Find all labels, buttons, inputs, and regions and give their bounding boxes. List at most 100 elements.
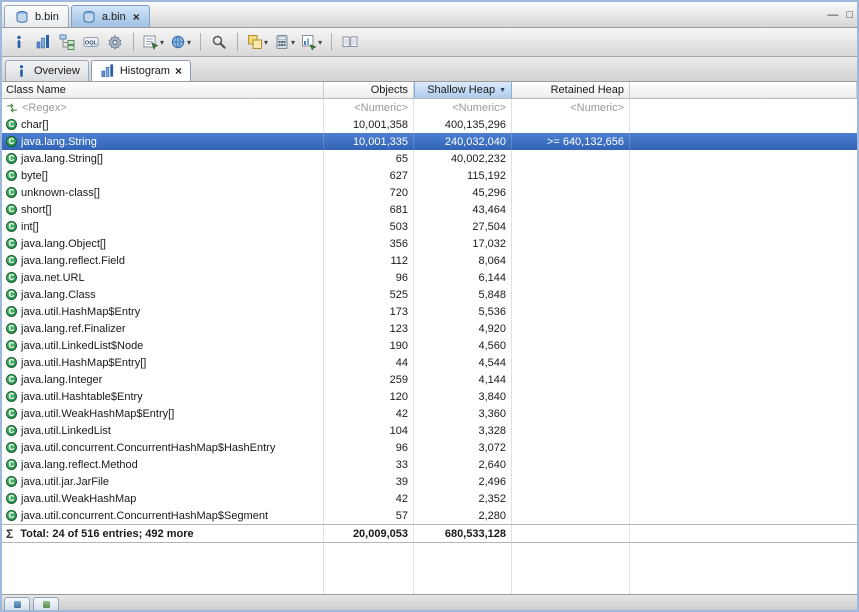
fast-view-tab[interactable] xyxy=(33,597,59,610)
shallow-heap-cell: 240,032,040 xyxy=(414,133,512,150)
table-row[interactable]: Cjava.util.jar.JarFile 39 2,496 xyxy=(2,473,857,490)
class-icon: C xyxy=(6,255,17,266)
table-row[interactable]: Cjava.util.concurrent.ConcurrentHashMap$… xyxy=(2,507,857,524)
query-browser-button[interactable]: ▾ xyxy=(141,31,166,53)
table-row[interactable]: Cjava.lang.ref.Finalizer 123 4,920 xyxy=(2,320,857,337)
table-row[interactable]: Cjava.util.WeakHashMap$Entry[] 42 3,360 xyxy=(2,405,857,422)
editor-tab-label: b.bin xyxy=(35,10,59,23)
editor-tab-b.bin[interactable]: b.bin xyxy=(4,5,69,27)
group-by-button[interactable]: ▾ xyxy=(245,31,270,53)
dropdown-arrow-icon: ▾ xyxy=(160,37,165,47)
class-icon: C xyxy=(6,170,17,181)
retained-heap-cell xyxy=(512,456,630,473)
table-row[interactable]: Cjava.lang.Class 525 5,848 xyxy=(2,286,857,303)
table-row[interactable]: Cjava.lang.reflect.Method 33 2,640 xyxy=(2,456,857,473)
export-button[interactable]: ▾ xyxy=(299,31,324,53)
retained-heap-cell xyxy=(512,150,630,167)
fast-view-tab[interactable] xyxy=(4,597,30,610)
histogram-button[interactable] xyxy=(32,31,54,53)
shallow-heap-cell: 4,920 xyxy=(414,320,512,337)
run-report-button[interactable]: ▾ xyxy=(168,31,193,53)
maximize-view-button[interactable]: □ xyxy=(846,10,853,21)
column-header-objects[interactable]: Objects xyxy=(324,82,414,98)
class-name-cell: Cjava.lang.Object[] xyxy=(2,235,324,252)
class-name-cell: Cjava.util.LinkedList$Node xyxy=(2,337,324,354)
row-filler xyxy=(630,337,857,354)
table-row[interactable]: Cbyte[] 627 115,192 xyxy=(2,167,857,184)
class-icon: C xyxy=(6,153,17,164)
class-icon: C xyxy=(6,136,17,147)
row-filler xyxy=(630,235,857,252)
filter-shallow-heap[interactable]: <Numeric> xyxy=(414,99,512,116)
search-icon xyxy=(211,34,227,50)
retained-heap-cell xyxy=(512,473,630,490)
total-shallow-heap: 680,533,128 xyxy=(414,525,512,542)
column-header-class-name[interactable]: Class Name xyxy=(2,82,324,98)
table-row[interactable]: Cjava.util.HashMap$Entry[] 44 4,544 xyxy=(2,354,857,371)
table-row[interactable]: Cjava.util.Hashtable$Entry 120 3,840 xyxy=(2,388,857,405)
empty-cell xyxy=(414,543,512,594)
close-icon[interactable]: × xyxy=(133,11,140,23)
toolbar-separator xyxy=(133,33,134,51)
compare-button[interactable] xyxy=(339,31,361,53)
view-tab-bar: Overview Histogram × xyxy=(2,57,857,82)
class-icon: C xyxy=(6,493,17,504)
class-icon: C xyxy=(6,323,17,334)
class-name: java.util.LinkedList xyxy=(21,424,111,437)
table-row[interactable]: Cjava.lang.String 10,001,335 240,032,040 >=… xyxy=(2,133,857,150)
table-row[interactable]: Cint[] 503 27,504 xyxy=(2,218,857,235)
class-name-cell: Cjava.util.jar.JarFile xyxy=(2,473,324,490)
shallow-heap-cell: 45,296 xyxy=(414,184,512,201)
expert-system-button[interactable] xyxy=(104,31,126,53)
class-name-cell: Cbyte[] xyxy=(2,167,324,184)
objects-cell: 173 xyxy=(324,303,414,320)
retained-heap-cell xyxy=(512,167,630,184)
filter-objects[interactable]: <Numeric> xyxy=(324,99,414,116)
retained-heap-cell xyxy=(512,201,630,218)
class-name: java.util.jar.JarFile xyxy=(21,475,110,488)
view-tab-overview[interactable]: Overview xyxy=(5,60,89,81)
table-row[interactable]: Cchar[] 10,001,358 400,135,296 xyxy=(2,116,857,133)
retained-heap-cell xyxy=(512,422,630,439)
objects-cell: 356 xyxy=(324,235,414,252)
table-row[interactable]: Cjava.lang.reflect.Field 112 8,064 xyxy=(2,252,857,269)
table-row[interactable]: Cjava.util.concurrent.ConcurrentHashMap$… xyxy=(2,439,857,456)
close-icon[interactable]: × xyxy=(175,65,182,77)
dominator-tree-button[interactable] xyxy=(56,31,78,53)
filter-class-name[interactable]: <Regex> xyxy=(2,99,324,116)
objects-cell: 42 xyxy=(324,405,414,422)
filter-retained-heap[interactable]: <Numeric> xyxy=(512,99,630,116)
calculator-button[interactable]: ▾ xyxy=(272,31,297,53)
class-icon: C xyxy=(6,340,17,351)
oql-button[interactable]: OQL xyxy=(80,31,102,53)
retained-heap-cell xyxy=(512,218,630,235)
class-name: java.net.URL xyxy=(21,271,85,284)
editor-tab-a.bin[interactable]: a.bin × xyxy=(70,5,150,27)
info-icon xyxy=(14,64,29,79)
table-row[interactable]: Cjava.util.HashMap$Entry 173 5,536 xyxy=(2,303,857,320)
info-button[interactable] xyxy=(8,31,30,53)
table-row[interactable]: Cjava.net.URL 96 6,144 xyxy=(2,269,857,286)
column-header-shallow-heap[interactable]: Shallow Heap ▼ xyxy=(414,82,512,98)
empty-cell xyxy=(630,543,857,594)
minimize-view-button[interactable]: — xyxy=(827,10,838,21)
objects-cell: 525 xyxy=(324,286,414,303)
class-icon: C xyxy=(6,187,17,198)
column-header-retained-heap[interactable]: Retained Heap xyxy=(512,82,630,98)
toolbar-separator xyxy=(331,33,333,51)
table-row[interactable]: Cjava.lang.String[] 65 40,002,232 xyxy=(2,150,857,167)
table-row[interactable]: Cjava.lang.Integer 259 4,144 xyxy=(2,371,857,388)
heap-dump-icon xyxy=(14,9,30,25)
search-button[interactable] xyxy=(208,31,230,53)
table-row[interactable]: Cjava.util.LinkedList$Node 190 4,560 xyxy=(2,337,857,354)
table-row[interactable]: Cjava.lang.Object[] 356 17,032 xyxy=(2,235,857,252)
shallow-heap-cell: 115,192 xyxy=(414,167,512,184)
table-row[interactable]: Cjava.util.WeakHashMap 42 2,352 xyxy=(2,490,857,507)
class-name-cell: Cshort[] xyxy=(2,201,324,218)
table-row[interactable]: Cjava.util.LinkedList 104 3,328 xyxy=(2,422,857,439)
view-tab-histogram[interactable]: Histogram × xyxy=(90,60,191,81)
class-icon: C xyxy=(6,510,17,521)
table-row[interactable]: Cunknown-class[] 720 45,296 xyxy=(2,184,857,201)
table-row[interactable]: Cshort[] 681 43,464 xyxy=(2,201,857,218)
toolbar: OQL ▾ ▾ ▾ ▾ ▾ xyxy=(2,28,857,57)
